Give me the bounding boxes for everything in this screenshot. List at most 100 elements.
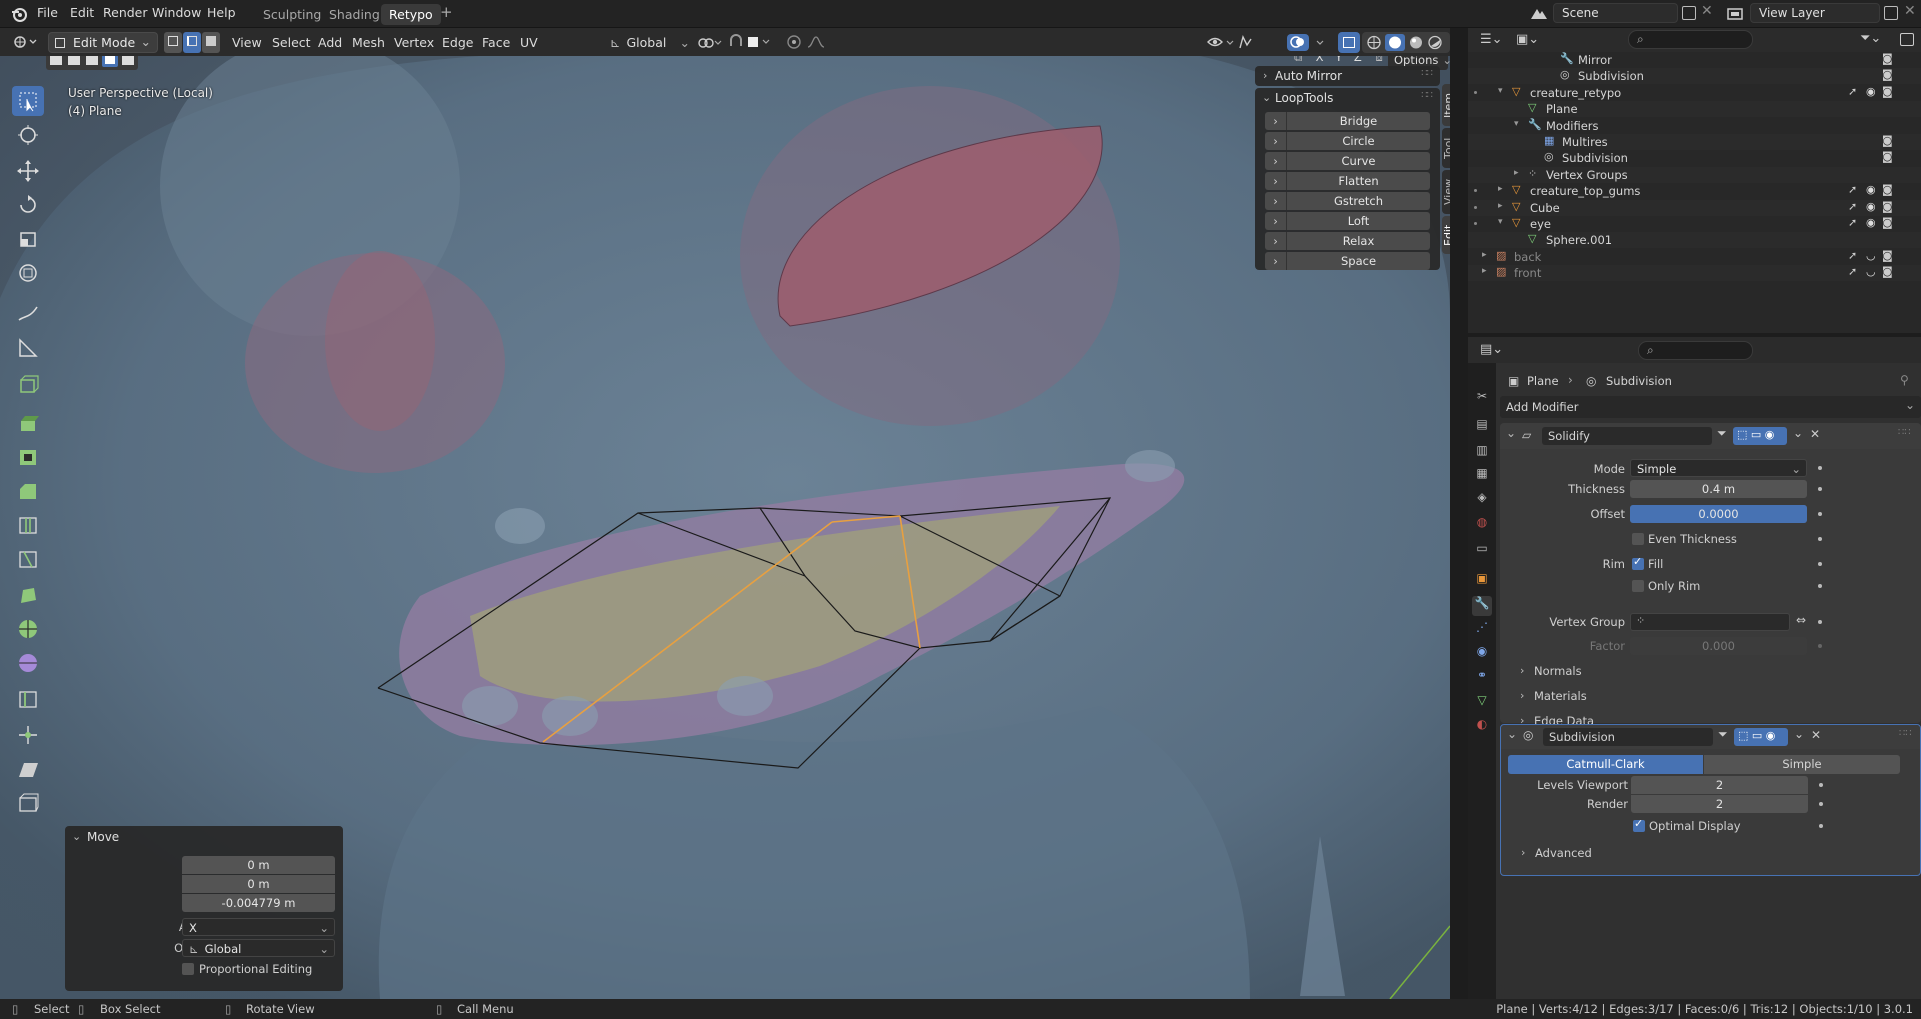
scale-tool[interactable] [12, 224, 44, 254]
mirror-axis-y[interactable]: Y [1335, 56, 1342, 64]
menu-mesh[interactable]: Mesh [346, 33, 391, 53]
vertex-group-field[interactable]: ⁘ [1630, 613, 1790, 631]
chevron-down-icon[interactable]: ⌄ [72, 830, 81, 843]
camera-render-icon[interactable]: ◙ [1882, 216, 1893, 229]
menu-render[interactable]: Render [103, 5, 148, 20]
invert-arrows-icon[interactable]: ⇔ [1796, 613, 1806, 627]
move-tool[interactable] [12, 156, 44, 186]
properties-search-input[interactable]: ⌕ [1638, 341, 1753, 360]
xray-toggle-button[interactable] [1338, 32, 1360, 53]
menu-edge[interactable]: Edge [436, 33, 479, 53]
menu-face[interactable]: Face [476, 33, 516, 53]
selection-mode-buttons[interactable] [46, 56, 138, 70]
keyframe-dot[interactable] [1818, 487, 1822, 491]
face-select-button[interactable] [202, 32, 220, 53]
camera-render-icon[interactable]: ◙ [1882, 134, 1893, 147]
outliner-row[interactable]: ▦ Multires ◙ [1468, 134, 1921, 150]
add-cube-tool[interactable] [12, 370, 44, 400]
keyframe-dot[interactable] [1819, 802, 1823, 806]
camera-render-icon[interactable]: ◙ [1882, 249, 1893, 262]
modifier-visibility-toggles[interactable]: ⬚ ▭ ◉ [1733, 427, 1787, 445]
eye-icon[interactable]: ◉ [1866, 85, 1876, 98]
new-scene-icon[interactable] [1682, 6, 1696, 20]
eye-icon[interactable]: ◉ [1866, 200, 1876, 213]
rotate-tool[interactable] [12, 190, 44, 220]
tab-edit[interactable]: Edit [1442, 216, 1450, 254]
keyframe-dot[interactable] [1818, 562, 1822, 566]
dropdown-chevron-icon[interactable]: ⌄ [1793, 426, 1803, 440]
tab-tool[interactable]: Tool [1442, 128, 1450, 168]
orientation-dropdown[interactable]: ⊾ Global ⌄ [182, 939, 335, 957]
material-icon[interactable]: ◐ [1472, 717, 1492, 737]
looptools-curve-button[interactable]: › Curve [1265, 152, 1430, 170]
menu-select[interactable]: Select [266, 33, 317, 53]
eye-icon[interactable]: ◉ [1866, 216, 1876, 229]
offset-slider[interactable]: 0.0000 [1630, 505, 1807, 523]
selectable-arrow-icon[interactable]: ➚ [1848, 216, 1857, 229]
pivot-point-icon[interactable] [697, 35, 725, 51]
expand-arrow-icon[interactable]: ▸ [1498, 184, 1503, 194]
move-y-field[interactable]: 0 m [182, 875, 335, 893]
world-icon[interactable]: ◍ [1472, 515, 1492, 535]
shrink-fatten-tool[interactable] [12, 720, 44, 750]
scene-selector[interactable]: Scene [1553, 3, 1678, 23]
drag-handle-icon[interactable]: ∷∷ [1899, 728, 1912, 739]
close-icon[interactable]: ✕ [1810, 427, 1820, 441]
outliner-row[interactable]: ▾ ▽ eye ➚ ◉ ◙ [1468, 216, 1921, 232]
collapse-arrow-icon[interactable]: ▾ [1498, 86, 1503, 96]
looptools-flatten-button[interactable]: › Flatten [1265, 172, 1430, 190]
outliner-row[interactable]: 🔧 Mirror ◙ [1468, 52, 1921, 68]
outliner-row[interactable]: ▽ Plane [1468, 101, 1921, 118]
new-view-layer-icon[interactable] [1884, 6, 1898, 20]
mode-dropdown[interactable]: Simple ⌄ [1630, 459, 1807, 477]
simple-subdiv-button[interactable]: Simple [1704, 755, 1900, 774]
menu-vertex[interactable]: Vertex [388, 33, 440, 53]
keyframe-dot[interactable] [1819, 824, 1823, 828]
constraints-icon[interactable]: ⚭ [1472, 668, 1492, 688]
filter-icon[interactable]: ⏷⌄ [1860, 31, 1881, 46]
camera-render-icon[interactable]: ◙ [1882, 200, 1893, 213]
eye-icon[interactable]: ◉ [1866, 183, 1876, 196]
output-icon[interactable]: ▥ [1472, 443, 1492, 463]
subdivision-name-field[interactable]: Subdivision [1543, 728, 1713, 746]
looptools-bridge-button[interactable]: › Bridge [1265, 112, 1430, 130]
expand-arrow-icon[interactable]: ▸ [1514, 168, 1519, 178]
transform-tool[interactable] [12, 258, 44, 288]
edit-mode-cage-icon[interactable]: ⏷ [1718, 727, 1728, 742]
outliner-search-input[interactable]: ⌕ [1628, 30, 1753, 49]
outliner-row[interactable]: ▸ ⁘ Vertex Groups [1468, 166, 1921, 183]
annotate-tool[interactable] [12, 298, 44, 328]
selectable-arrow-icon[interactable]: ➚ [1848, 200, 1857, 213]
outliner-row[interactable]: ◎ Subdivision ◙ [1468, 68, 1921, 85]
collapse-chevron-icon[interactable]: ⌄ [1506, 426, 1516, 440]
looptools-relax-button[interactable]: › Relax [1265, 232, 1430, 250]
factor-field[interactable]: 0.000 [1630, 637, 1807, 655]
outliner-row[interactable]: ▸ ▨ back ➚ ◡ ◙ [1468, 249, 1921, 265]
looptools-loft-button[interactable]: › Loft [1265, 212, 1430, 230]
fill-rim-checkbox[interactable]: ✓ [1632, 555, 1644, 570]
camera-render-icon[interactable]: ◙ [1882, 265, 1893, 278]
even-thickness-checkbox[interactable] [1632, 533, 1644, 545]
overlays-button[interactable] [1285, 32, 1333, 53]
dropdown-chevron-icon[interactable]: ⌄ [1794, 727, 1804, 741]
menu-uv[interactable]: UV [514, 33, 544, 53]
solidify-subpanel-normals[interactable]: Normals [1534, 664, 1582, 678]
eye-closed-icon[interactable]: ◡ [1866, 265, 1876, 278]
spin-tool[interactable] [12, 614, 44, 644]
scene-icon[interactable] [1528, 5, 1550, 23]
cursor-tool[interactable] [12, 120, 44, 150]
expand-arrow-icon[interactable]: ▸ [1482, 266, 1487, 276]
tab-item[interactable]: Item [1442, 84, 1450, 126]
modifier-tab-icon[interactable]: 🔧 [1472, 596, 1492, 616]
outliner-row[interactable]: ▽ Sphere.001 [1468, 232, 1921, 249]
measure-tool[interactable] [12, 332, 44, 362]
render-levels-field[interactable]: 2 [1631, 795, 1808, 813]
levels-viewport-field[interactable]: 2 [1631, 776, 1808, 794]
view-layer-icon[interactable] [1725, 5, 1747, 23]
new-collection-icon[interactable] [1900, 33, 1914, 46]
render-icon[interactable]: ▤ [1472, 417, 1492, 437]
bevel-tool[interactable] [12, 476, 44, 506]
transform-orientation-selector[interactable]: ⊾ Global ⌄ [610, 33, 690, 53]
chevron-right-icon[interactable]: › [1520, 689, 1524, 702]
selectable-arrow-icon[interactable]: ➚ [1848, 85, 1857, 98]
